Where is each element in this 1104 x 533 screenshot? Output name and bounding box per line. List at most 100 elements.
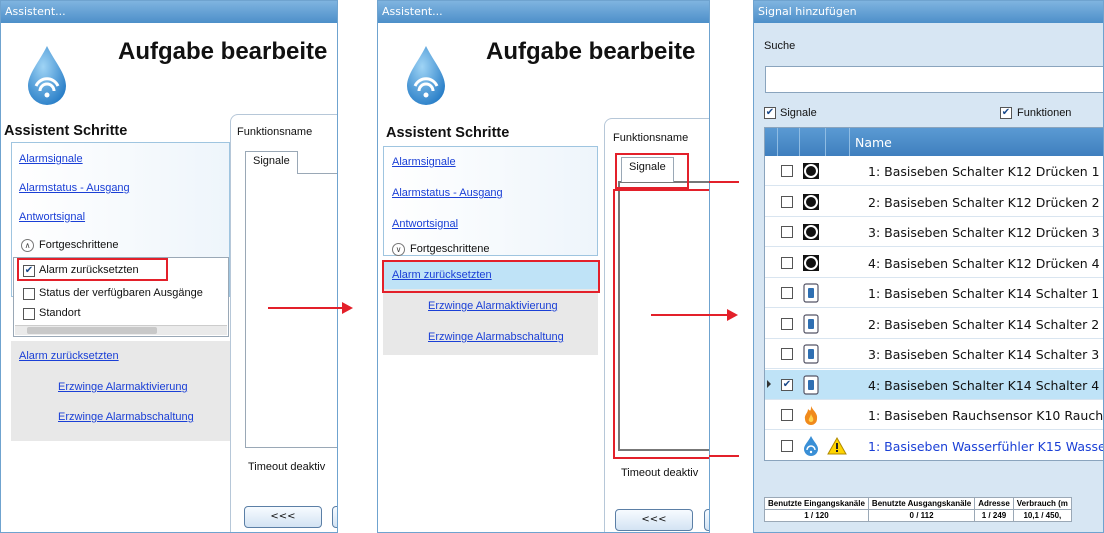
advanced-label: Fortgeschrittene [410,243,490,255]
highlight-box-tab [615,153,689,189]
sub-link-force-activation[interactable]: Erzwinge Alarmaktivierung [58,381,188,393]
window-title: Assistent... [1,1,337,23]
step-link-alarmsignale[interactable]: Alarmsignale [392,156,456,168]
option-checkbox-output-status[interactable] [23,288,35,300]
footer-header-outputs: Benutzte Ausgangskanäle [867,497,976,510]
step-link-alarmstatus[interactable]: Alarmstatus - Ausgang [392,187,503,199]
signal-name: 1: Basiseben Schalter K14 Schalter 1 [868,286,1100,301]
row-checkbox[interactable]: ✔ [781,378,793,391]
push-button-icon [800,221,822,247]
table-row[interactable]: 1: Basiseben Rauchsensor K10 Raucha [765,400,1104,430]
sub-link-force-deactivation[interactable]: Erzwinge Alarmabschaltung [58,411,194,423]
filter-signals-label: Signale [780,107,817,119]
steps-title: Assistent Schritte [386,125,510,141]
table-row[interactable]: 4: Basiseben Schalter K12 Drücken 4 [765,247,1103,278]
step-link-antwortsignal[interactable]: Antwortsignal [19,211,85,223]
fire-icon [800,404,822,430]
table-row[interactable]: 2: Basiseben Schalter K14 Schalter 2 [765,308,1103,339]
filter-functions-checkbox[interactable]: ✔ [1000,107,1012,119]
collapse-chevron-icon[interactable]: ∧ [21,239,34,252]
page-title: Aufgabe bearbeite [118,38,328,65]
assistant-window-2: Assistent... Aufgabe bearbeite Assistent… [377,0,710,533]
signal-name: 1: Basiseben Wasserfühler K15 Wasser [868,438,1104,454]
step-link-alarmsignale[interactable]: Alarmsignale [19,153,83,165]
push-button-icon [800,191,822,217]
timeout-label: Timeout deaktiv [621,467,699,479]
next-button[interactable] [704,509,709,531]
row-checkbox[interactable] [781,165,793,177]
signal-name: 1: Basiseben Schalter K12 Drücken 1 [868,164,1100,179]
highlight-box [382,260,600,293]
signal-name: 3: Basiseben Schalter K14 Schalter 3 [868,347,1100,362]
footer-header-inputs: Benutzte Eingangskanäle [764,497,869,510]
status-footer: Benutzte Eingangskanäle Benutzte Ausgang… [764,497,1072,522]
next-button[interactable] [332,506,337,528]
function-name-label: Funktionsname [613,132,689,144]
signal-name: 2: Basiseben Schalter K12 Drücken 2 [868,194,1100,210]
option-label-location: Standort [39,307,81,319]
table-row[interactable]: 3: Basiseben Schalter K12 Drücken 3 [765,217,1103,247]
sub-link-force-activation[interactable]: Erzwinge Alarmaktivierung [428,300,558,312]
switch-icon [800,343,822,369]
signal-name: 4: Basiseben Schalter K14 Schalter 4 [868,377,1100,393]
filter-signals-checkbox[interactable]: ✔ [764,107,776,119]
table-row[interactable]: ✔ 4: Basiseben Schalter K14 Schalter 4 [765,369,1103,400]
step-link-alarm-reset[interactable]: Alarm zurücksetzten [19,350,119,362]
steps-title: Assistent Schritte [4,123,128,139]
table-row[interactable]: 3: Basiseben Schalter K14 Schalter 3 [765,339,1103,369]
assistant-window-1: Assistent... Aufgabe bearbeite Assistent… [0,0,338,533]
switch-icon [800,313,822,339]
window-title: Assistent... [378,1,709,23]
flow-arrow [651,314,728,316]
row-checkbox[interactable] [781,317,793,330]
horizontal-scrollbar[interactable] [15,325,227,335]
connector-line-bottom [709,455,739,457]
back-button[interactable]: <<< [615,509,693,531]
expand-chevron-icon[interactable]: ∨ [392,243,405,256]
signals-grid: Name 1: Basiseben Schalter K12 Drücken 1… [764,127,1104,461]
row-checkbox[interactable] [781,226,793,238]
row-checkbox[interactable] [781,287,793,299]
table-row[interactable]: 2: Basiseben Schalter K12 Drücken 2 [765,186,1103,217]
function-name-label: Funktionsname [237,126,313,138]
table-row[interactable]: 1: Basiseben Wasserfühler K15 Wasser [765,430,1104,461]
footer-value-outputs: 0 / 112 [867,509,976,522]
step-link-antwortsignal[interactable]: Antwortsignal [392,218,458,230]
row-checkbox[interactable] [781,439,793,452]
sub-link-force-deactivation[interactable]: Erzwinge Alarmabschaltung [428,331,564,343]
row-checkbox[interactable] [781,256,793,269]
row-checkbox[interactable] [781,409,793,421]
timeout-label: Timeout deaktiv [248,461,326,473]
step-link-alarmstatus[interactable]: Alarmstatus - Ausgang [19,182,130,194]
tab-signale[interactable]: Signale [245,151,298,174]
option-checkbox-location[interactable] [23,308,35,320]
grid-header: Name [765,128,1103,156]
switch-icon [800,282,822,308]
water-drop-icon [800,435,822,461]
flow-arrowhead [727,309,738,321]
row-checkbox[interactable] [781,195,793,208]
signal-name: 1: Basiseben Rauchsensor K10 Raucha [868,408,1104,423]
highlight-box [17,258,168,281]
row-checkbox[interactable] [781,348,793,360]
water-drop-logo-icon [28,46,66,105]
page-title: Aufgabe bearbeite [486,38,696,65]
connector-line-top [709,181,739,183]
flow-arrowhead [342,302,353,314]
push-button-icon [800,252,822,278]
table-row[interactable]: 1: Basiseben Schalter K12 Drücken 1 [765,156,1103,186]
back-button[interactable]: <<< [244,506,322,528]
search-input[interactable] [765,66,1103,93]
footer-value-consumption: 10,1 / 450, [1012,509,1072,522]
option-label-output-status: Status der verfügbaren Ausgänge [39,287,203,299]
flow-arrow [268,307,343,309]
highlight-box-list [613,189,709,459]
signal-name: 2: Basiseben Schalter K14 Schalter 2 [868,316,1100,332]
search-label: Suche [764,40,796,52]
filter-functions-label: Funktionen [1017,107,1072,119]
column-name-header[interactable]: Name [855,135,892,150]
table-row[interactable]: 1: Basiseben Schalter K14 Schalter 1 [765,278,1103,308]
footer-value-inputs: 1 / 120 [764,509,869,522]
advanced-label: Fortgeschrittene [39,239,119,251]
water-drop-logo-icon [407,46,445,105]
